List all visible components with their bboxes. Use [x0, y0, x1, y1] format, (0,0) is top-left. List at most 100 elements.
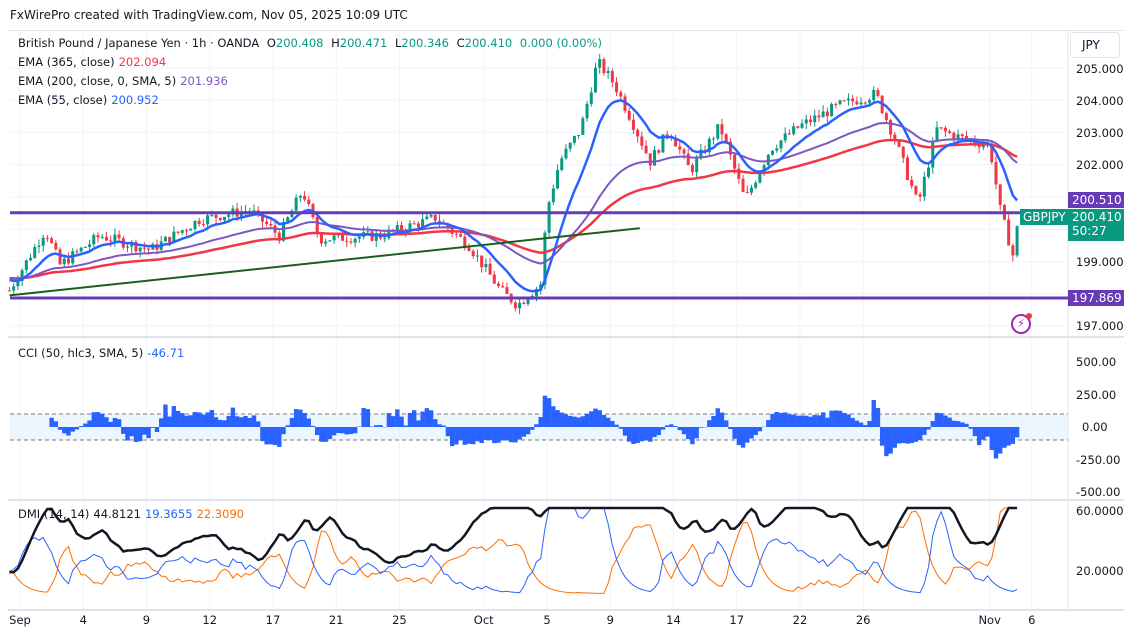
cci-bar — [745, 427, 750, 443]
candle-body — [690, 165, 694, 173]
cci-bar — [222, 420, 227, 427]
candle-body — [657, 150, 661, 153]
high-label: H — [331, 36, 340, 50]
cci-value: -46.71 — [147, 346, 185, 360]
candle-body — [518, 302, 522, 309]
cci-bar — [567, 415, 573, 427]
cci-bar — [361, 407, 366, 427]
cci-bar — [180, 413, 185, 427]
cci-bar — [352, 427, 358, 434]
candle-body — [24, 260, 28, 271]
cci-bar — [951, 420, 957, 427]
cci-legend[interactable]: CCI (50, hlc3, SMA, 5) -46.71 — [18, 346, 188, 360]
dmi-tick: 60.0000 — [1076, 504, 1124, 518]
candle-body — [501, 286, 505, 288]
candle-body — [429, 214, 433, 217]
time-tick: 12 — [202, 613, 218, 627]
cci-bar — [500, 427, 505, 441]
chart-canvas[interactable] — [0, 0, 1124, 638]
time-tick: 14 — [666, 613, 681, 627]
ema365-legend[interactable]: EMA (365, close) 202.094 — [18, 55, 170, 69]
cci-bar — [770, 413, 775, 427]
cci-bar — [673, 426, 678, 427]
cci-bar — [403, 425, 408, 427]
ema200-legend[interactable]: EMA (200, close, 0, SMA, 5) 201.936 — [18, 74, 232, 88]
candle-body — [471, 250, 475, 257]
candle-body — [551, 188, 555, 203]
cci-bar — [234, 416, 240, 427]
candle-body — [842, 100, 846, 102]
cci-bar — [196, 412, 202, 427]
cci-bar — [538, 416, 543, 427]
cci-bar — [597, 410, 602, 427]
cci-bar — [306, 418, 311, 427]
cci-bar — [576, 417, 581, 427]
candle-body — [201, 223, 205, 225]
candle-body — [492, 274, 496, 284]
candle-body — [581, 118, 585, 135]
cci-bar — [960, 422, 965, 427]
candle-body — [846, 98, 850, 101]
ohlc-open: O200.408 — [267, 36, 324, 50]
cci-bar — [774, 411, 779, 427]
candle-body — [733, 154, 737, 169]
candle-body — [332, 235, 336, 241]
cci-bar — [719, 412, 725, 427]
cci-bar — [723, 420, 729, 427]
candle-body — [754, 182, 758, 188]
ema200-label: EMA (200, close, 0, SMA, 5) — [18, 74, 177, 88]
candle-body — [328, 240, 332, 242]
cci-bar — [614, 424, 619, 427]
cci-bar — [791, 414, 796, 427]
cci-bar — [137, 427, 143, 442]
close-label: C — [456, 36, 465, 50]
candle-body — [126, 246, 130, 248]
candle-body — [357, 236, 361, 239]
candle-body — [859, 102, 863, 105]
cci-bar — [230, 407, 236, 427]
cci-bar — [964, 423, 969, 427]
candle-body — [724, 134, 728, 142]
cci-bar — [184, 415, 189, 427]
candle-body — [771, 150, 775, 155]
candle-body — [712, 138, 716, 140]
bar-countdown: 50:27 — [1072, 224, 1107, 238]
cci-bar — [749, 427, 754, 439]
symbol-name: British Pound / Japanese Yen · 1h · OAND… — [18, 36, 260, 50]
cci-bar — [867, 420, 872, 427]
candle-body — [252, 210, 256, 212]
cci-bar — [310, 425, 316, 427]
candle-body — [602, 59, 606, 74]
cci-bar — [976, 427, 982, 446]
candle-body — [585, 103, 589, 119]
cci-bar — [728, 427, 733, 430]
cci-bar — [694, 427, 699, 439]
candle-body — [943, 127, 947, 132]
time-tick: 17 — [265, 613, 281, 627]
cci-bar — [812, 415, 817, 427]
cci-bar — [154, 427, 160, 433]
candle-body — [855, 101, 859, 105]
cci-bar — [783, 412, 788, 427]
cci-bar — [922, 427, 927, 435]
cci-bar — [201, 414, 206, 427]
cci-bar — [142, 427, 147, 435]
candle-body — [294, 197, 298, 211]
cci-bar — [707, 420, 712, 427]
cci-bar — [492, 427, 497, 444]
cci-bar — [508, 427, 514, 443]
ema55-legend[interactable]: EMA (55, close) 200.952 — [18, 93, 163, 107]
candle-body — [910, 179, 914, 187]
currency-button[interactable]: JPY — [1070, 32, 1120, 58]
cci-bar — [998, 427, 1003, 454]
cci-bar — [778, 412, 784, 427]
cci-bar — [795, 415, 801, 427]
dmi-legend[interactable]: DMI (14, 14) 44.8121 19.3655 22.3090 — [18, 507, 248, 521]
candle-body — [147, 248, 151, 250]
cci-bar — [462, 427, 467, 445]
open-label: O — [266, 36, 276, 50]
time-tick: 4 — [79, 613, 87, 627]
candle-body — [83, 246, 87, 248]
candle-body — [29, 257, 33, 261]
candle-body — [922, 176, 926, 197]
